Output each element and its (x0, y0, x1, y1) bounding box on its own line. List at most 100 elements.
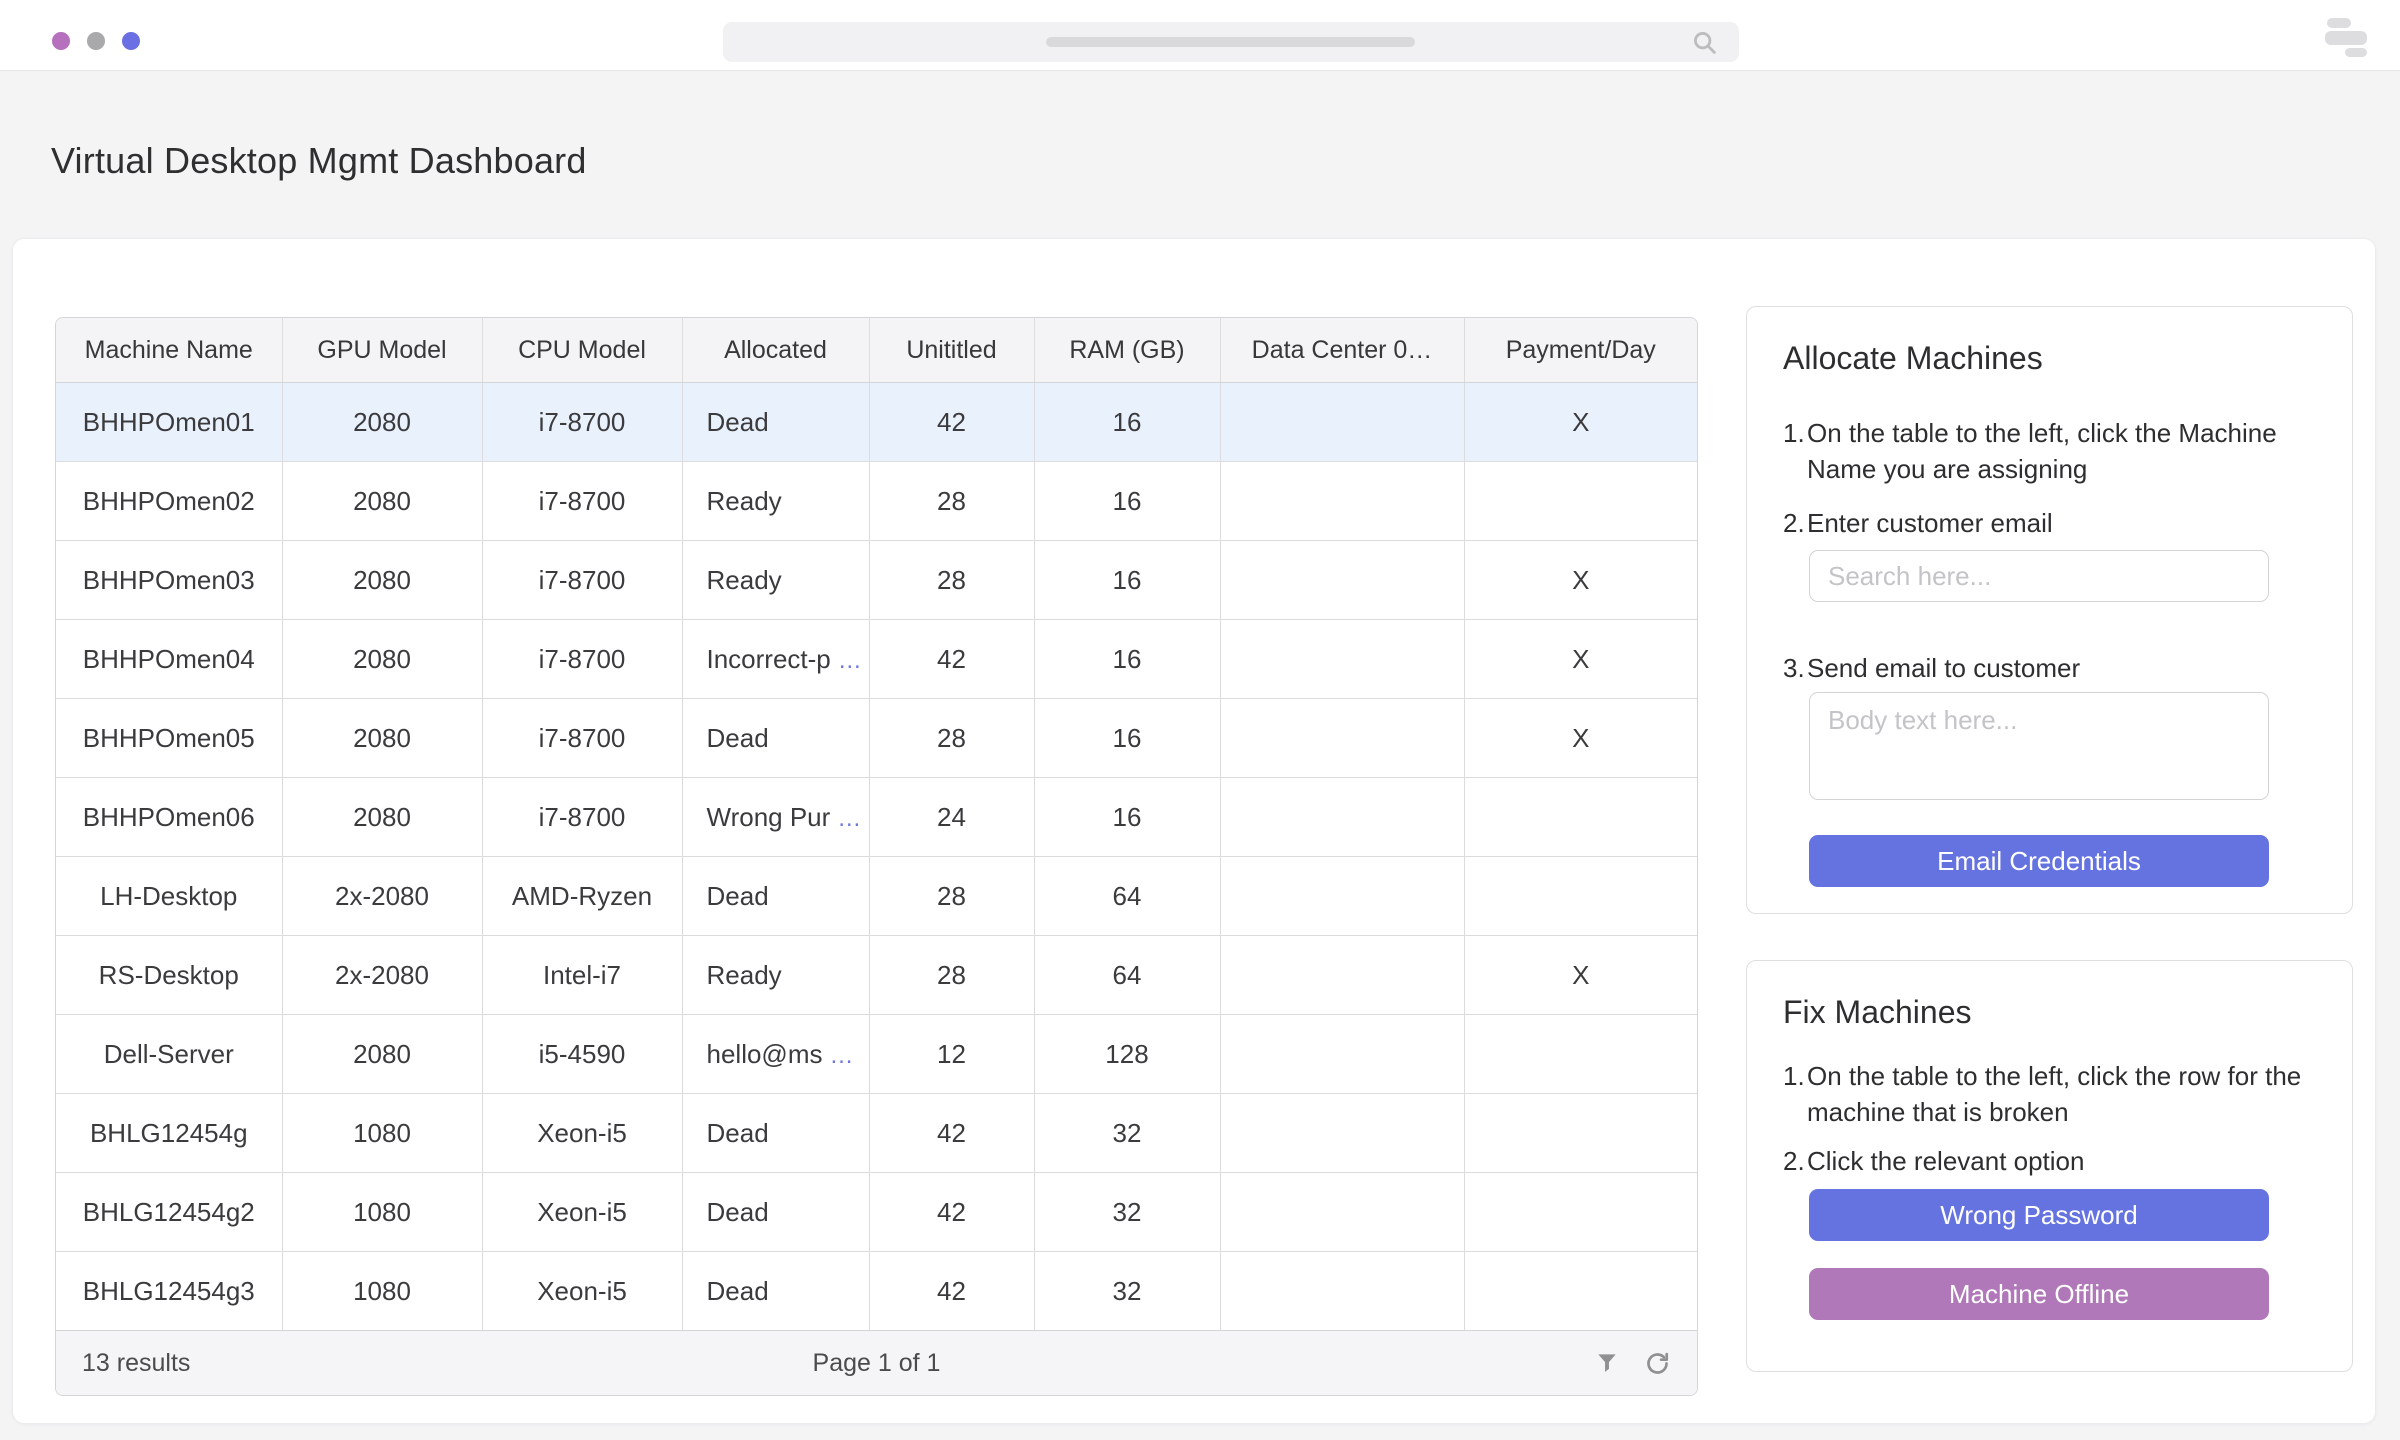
table-row[interactable]: Dell-Server2080i5-4590hello@ms…12128 (56, 1015, 1697, 1094)
column-header[interactable]: Payment/Day (1464, 318, 1697, 383)
cell-payment[interactable]: X (1464, 699, 1697, 778)
cell-ram[interactable]: 16 (1034, 462, 1220, 541)
cell-ram[interactable]: 16 (1034, 620, 1220, 699)
cell-machine[interactable]: LH-Desktop (56, 857, 282, 936)
cell-allocated[interactable]: Ready (682, 936, 869, 1015)
cell-cpu[interactable]: i7-8700 (482, 383, 682, 462)
cell-machine[interactable]: BHHPOmen05 (56, 699, 282, 778)
cell-data_center[interactable] (1220, 1094, 1464, 1173)
table-row[interactable]: BHHPOmen032080i7-8700Ready2816X (56, 541, 1697, 620)
cell-machine[interactable]: BHHPOmen06 (56, 778, 282, 857)
cell-data_center[interactable] (1220, 541, 1464, 620)
cell-unititled[interactable]: 42 (869, 1173, 1034, 1252)
cell-unititled[interactable]: 24 (869, 778, 1034, 857)
column-header[interactable]: GPU Model (282, 318, 482, 383)
cell-allocated[interactable]: Dead (682, 1094, 869, 1173)
cell-machine[interactable]: BHLG12454g2 (56, 1173, 282, 1252)
cell-cpu[interactable]: Xeon-i5 (482, 1173, 682, 1252)
cell-machine[interactable]: BHLG12454g3 (56, 1252, 282, 1331)
cell-ram[interactable]: 16 (1034, 778, 1220, 857)
cell-ram[interactable]: 32 (1034, 1173, 1220, 1252)
cell-machine[interactable]: BHHPOmen04 (56, 620, 282, 699)
cell-data_center[interactable] (1220, 857, 1464, 936)
refresh-icon[interactable] (1644, 1350, 1671, 1377)
cell-ram[interactable]: 64 (1034, 936, 1220, 1015)
cell-ram[interactable]: 16 (1034, 383, 1220, 462)
search-icon[interactable] (1691, 29, 1719, 62)
table-row[interactable]: BHHPOmen012080i7-8700Dead4216X (56, 383, 1697, 462)
cell-ram[interactable]: 64 (1034, 857, 1220, 936)
table-row[interactable]: BHLG12454g21080Xeon-i5Dead4232 (56, 1173, 1697, 1252)
table-row[interactable]: BHHPOmen042080i7-8700Incorrect-p…4216X (56, 620, 1697, 699)
wrong-password-button[interactable]: Wrong Password (1809, 1189, 2269, 1241)
cell-allocated[interactable]: hello@ms… (682, 1015, 869, 1094)
machine-offline-button[interactable]: Machine Offline (1809, 1268, 2269, 1320)
cell-allocated[interactable]: Dead (682, 857, 869, 936)
table-row[interactable]: BHHPOmen062080i7-8700Wrong Pur…2416 (56, 778, 1697, 857)
cell-data_center[interactable] (1220, 383, 1464, 462)
cell-payment[interactable]: X (1464, 936, 1697, 1015)
cell-unititled[interactable]: 42 (869, 383, 1034, 462)
cell-data_center[interactable] (1220, 778, 1464, 857)
cell-allocated[interactable]: Ready (682, 462, 869, 541)
cell-allocated[interactable]: Wrong Pur… (682, 778, 869, 857)
cell-cpu[interactable]: i7-8700 (482, 778, 682, 857)
cell-machine[interactable]: BHLG12454g (56, 1094, 282, 1173)
cell-payment[interactable] (1464, 1252, 1697, 1331)
cell-payment[interactable] (1464, 1015, 1697, 1094)
table-row[interactable]: RS-Desktop2x-2080Intel-i7Ready2864 X (56, 936, 1697, 1015)
column-header[interactable]: RAM (GB) (1034, 318, 1220, 383)
cell-data_center[interactable] (1220, 462, 1464, 541)
cell-gpu[interactable]: 2x-2080 (282, 936, 482, 1015)
cell-gpu[interactable]: 1080 (282, 1094, 482, 1173)
table-row[interactable]: BHHPOmen052080i7-8700Dead2816X (56, 699, 1697, 778)
customer-email-input[interactable] (1809, 550, 2269, 602)
cell-payment[interactable] (1464, 1173, 1697, 1252)
cell-unititled[interactable]: 28 (869, 541, 1034, 620)
cell-cpu[interactable]: AMD-Ryzen (482, 857, 682, 936)
table-row[interactable]: BHLG12454g31080Xeon-i5Dead4232 (56, 1252, 1697, 1331)
window-dot-close[interactable] (52, 32, 70, 50)
cell-cpu[interactable]: i7-8700 (482, 699, 682, 778)
cell-unititled[interactable]: 42 (869, 1252, 1034, 1331)
cell-data_center[interactable] (1220, 1252, 1464, 1331)
cell-payment[interactable] (1464, 462, 1697, 541)
column-header[interactable]: CPU Model (482, 318, 682, 383)
table-row[interactable]: BHLG12454g1080Xeon-i5Dead4232 (56, 1094, 1697, 1173)
cell-cpu[interactable]: i7-8700 (482, 541, 682, 620)
cell-machine[interactable]: BHHPOmen02 (56, 462, 282, 541)
cell-payment[interactable]: X (1464, 541, 1697, 620)
cell-allocated[interactable]: Dead (682, 1252, 869, 1331)
cell-gpu[interactable]: 2080 (282, 541, 482, 620)
cell-gpu[interactable]: 2080 (282, 620, 482, 699)
cell-cpu[interactable]: Intel-i7 (482, 936, 682, 1015)
cell-allocated[interactable]: Dead (682, 699, 869, 778)
cell-data_center[interactable] (1220, 1173, 1464, 1252)
cell-ram[interactable]: 16 (1034, 541, 1220, 620)
cell-payment[interactable] (1464, 778, 1697, 857)
cell-cpu[interactable]: i7-8700 (482, 462, 682, 541)
cell-ram[interactable]: 16 (1034, 699, 1220, 778)
cell-unititled[interactable]: 28 (869, 936, 1034, 1015)
cell-cpu[interactable]: i7-8700 (482, 620, 682, 699)
cell-data_center[interactable] (1220, 936, 1464, 1015)
cell-machine[interactable]: BHHPOmen03 (56, 541, 282, 620)
cell-machine[interactable]: RS-Desktop (56, 936, 282, 1015)
cell-gpu[interactable]: 2080 (282, 1015, 482, 1094)
column-header[interactable]: Data Center 0… (1220, 318, 1464, 383)
cell-data_center[interactable] (1220, 620, 1464, 699)
email-credentials-button[interactable]: Email Credentials (1809, 835, 2269, 887)
cell-payment[interactable] (1464, 857, 1697, 936)
cell-gpu[interactable]: 1080 (282, 1252, 482, 1331)
column-header[interactable]: Allocated (682, 318, 869, 383)
cell-ram[interactable]: 32 (1034, 1252, 1220, 1331)
table-row[interactable]: BHHPOmen022080i7-8700Ready2816 (56, 462, 1697, 541)
cell-gpu[interactable]: 2080 (282, 462, 482, 541)
cell-gpu[interactable]: 2080 (282, 778, 482, 857)
cell-allocated[interactable]: Dead (682, 383, 869, 462)
cell-cpu[interactable]: Xeon-i5 (482, 1094, 682, 1173)
cell-gpu[interactable]: 1080 (282, 1173, 482, 1252)
email-body-textarea[interactable] (1809, 692, 2269, 800)
cell-gpu[interactable]: 2x-2080 (282, 857, 482, 936)
browser-search-bar[interactable] (723, 22, 1739, 62)
